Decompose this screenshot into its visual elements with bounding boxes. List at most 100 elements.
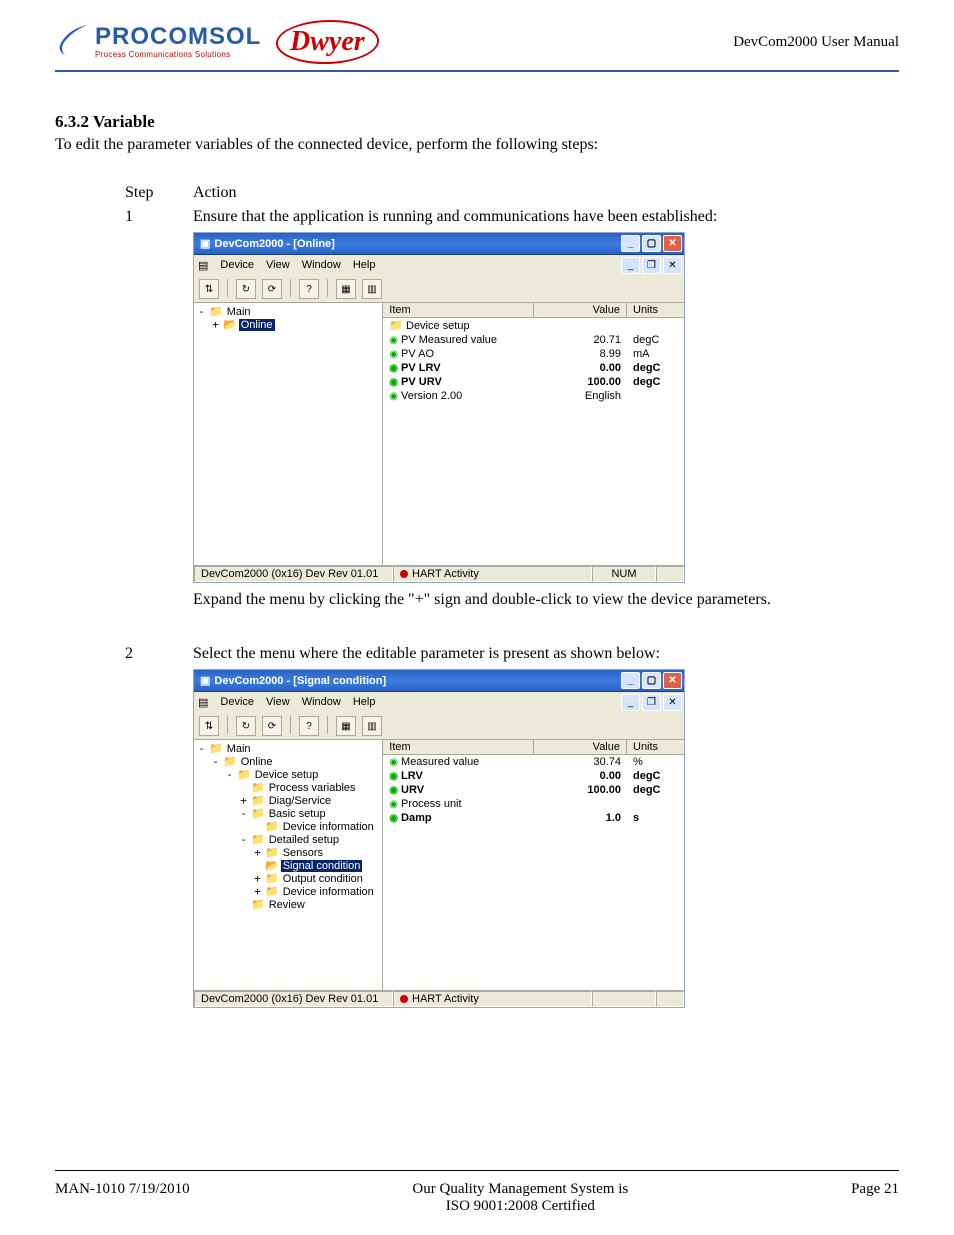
tree-item[interactable]: 📁Review	[196, 898, 380, 911]
folder-icon: 📂	[265, 859, 279, 872]
var-icon: ◉	[389, 377, 398, 388]
status-left: DevCom2000 (0x16) Dev Rev 01.01	[194, 566, 393, 582]
list-item[interactable]: PV AO	[401, 348, 434, 360]
mdi-restore-button[interactable]: ❐	[642, 257, 661, 274]
step-number: 2	[125, 645, 165, 1016]
list-view[interactable]: Item Value Units ◉Measured value30.74% ◉…	[383, 740, 684, 990]
col-value[interactable]: Value	[534, 740, 627, 754]
list-item[interactable]: Damp	[401, 812, 432, 824]
list-item[interactable]: LRV	[401, 770, 423, 782]
tree-item[interactable]: 📂Signal condition	[196, 859, 380, 872]
toolbar-button[interactable]: ⇅	[199, 716, 219, 736]
hart-activity-icon	[400, 570, 408, 578]
titlebar[interactable]: ▣ DevCom2000 - [Online] _ ▢ ✕	[194, 233, 684, 255]
footer-center-1: Our Quality Management System is	[190, 1181, 851, 1198]
tree-item[interactable]: 📁Device information	[196, 820, 380, 833]
menu-view[interactable]: View	[266, 696, 290, 709]
var-icon: ◉	[389, 363, 398, 374]
col-value[interactable]: Value	[534, 303, 627, 317]
toolbar-button[interactable]: ▥	[362, 279, 382, 299]
menu-device[interactable]: Device	[220, 696, 254, 709]
window-title: DevCom2000 - [Signal condition]	[214, 675, 386, 687]
toolbar-button[interactable]: ▥	[362, 716, 382, 736]
mdi-minimize-button[interactable]: _	[621, 694, 640, 711]
menu-window[interactable]: Window	[302, 696, 341, 709]
tree-item[interactable]: -📁Device setup	[196, 768, 380, 781]
menu-help[interactable]: Help	[353, 259, 376, 272]
minimize-button[interactable]: _	[621, 235, 640, 252]
folder-icon: 📁	[251, 807, 265, 820]
tree-item[interactable]: +📁Output condition	[196, 872, 380, 885]
list-item[interactable]: URV	[401, 784, 424, 796]
list-item[interactable]: Process unit	[401, 798, 462, 810]
mdi-minimize-button[interactable]: _	[621, 257, 640, 274]
tree-item[interactable]: -📁Online	[196, 755, 380, 768]
toolbar-button[interactable]: ⇅	[199, 279, 219, 299]
toolbar-button[interactable]: ↻	[236, 716, 256, 736]
footer-page: Page 21	[851, 1181, 899, 1215]
col-item[interactable]: Item	[383, 303, 534, 317]
window-title: DevCom2000 - [Online]	[214, 238, 334, 250]
folder-icon: 📁	[223, 755, 237, 768]
menu-help[interactable]: Help	[353, 696, 376, 709]
toolbar-button[interactable]: ?	[299, 716, 319, 736]
tree-item[interactable]: -📁Basic setup	[196, 807, 380, 820]
list-item[interactable]: PV LRV	[401, 362, 441, 374]
titlebar[interactable]: ▣ DevCom2000 - [Signal condition] _ ▢ ✕	[194, 670, 684, 692]
var-icon: ◉	[389, 391, 398, 402]
list-item[interactable]: Device setup	[406, 320, 470, 332]
col-item[interactable]: Item	[383, 740, 534, 754]
col-action: Action	[193, 184, 237, 202]
tree-item[interactable]: 📁Process variables	[196, 781, 380, 794]
toolbar-button[interactable]: ⟳	[262, 716, 282, 736]
tree-item[interactable]: +📁Device information	[196, 885, 380, 898]
resize-grip[interactable]	[656, 991, 684, 1007]
toolbar-button[interactable]: ↻	[236, 279, 256, 299]
dwyer-logo: Dwyer	[273, 20, 382, 64]
close-button[interactable]: ✕	[663, 672, 682, 689]
toolbar-button[interactable]: ▦	[336, 716, 356, 736]
mdi-restore-button[interactable]: ❐	[642, 694, 661, 711]
close-button[interactable]: ✕	[663, 235, 682, 252]
list-item[interactable]: PV URV	[401, 376, 442, 388]
tree-item[interactable]: +📁Diag/Service	[196, 794, 380, 807]
list-item[interactable]: Measured value	[401, 756, 479, 768]
col-units[interactable]: Units	[627, 303, 684, 317]
footer-left: MAN-1010 7/19/2010	[55, 1181, 190, 1215]
tree-item[interactable]: +📁Sensors	[196, 846, 380, 859]
toolbar-button[interactable]: ▦	[336, 279, 356, 299]
list-view[interactable]: Item Value Units 📁Device setup ◉PV Measu…	[383, 303, 684, 565]
manual-title: DevCom2000 User Manual	[733, 34, 899, 51]
folder-icon: 📁	[251, 794, 265, 807]
step-text: Select the menu where the editable param…	[193, 645, 879, 663]
maximize-button[interactable]: ▢	[642, 672, 661, 689]
tree-online[interactable]: Online	[239, 319, 275, 331]
col-units[interactable]: Units	[627, 740, 684, 754]
hart-activity-icon	[400, 995, 408, 1003]
menu-device[interactable]: Device	[220, 259, 254, 272]
list-item[interactable]: PV Measured value	[401, 334, 497, 346]
menu-window[interactable]: Window	[302, 259, 341, 272]
maximize-button[interactable]: ▢	[642, 235, 661, 252]
tree-item[interactable]: -📁Main	[196, 742, 380, 755]
status-mid: HART Activity	[412, 993, 479, 1005]
screenshot-online: ▣ DevCom2000 - [Online] _ ▢ ✕ ▤ Device V…	[193, 232, 685, 583]
var-icon: ◉	[389, 799, 398, 810]
col-step: Step	[125, 184, 165, 202]
tree-root[interactable]: Main	[225, 306, 253, 318]
tree-view[interactable]: -📁Main +📂Online	[194, 303, 383, 565]
menu-view[interactable]: View	[266, 259, 290, 272]
minimize-button[interactable]: _	[621, 672, 640, 689]
tree-item[interactable]: -📁Detailed setup	[196, 833, 380, 846]
toolbar-button[interactable]: ?	[299, 279, 319, 299]
mdi-close-button[interactable]: ✕	[663, 257, 682, 274]
folder-icon: 📁	[265, 820, 279, 833]
resize-grip[interactable]	[656, 566, 684, 582]
var-icon: ◉	[389, 785, 398, 796]
folder-icon: 📁	[251, 898, 265, 911]
var-icon: ◉	[389, 813, 398, 824]
mdi-close-button[interactable]: ✕	[663, 694, 682, 711]
tree-view[interactable]: -📁Main-📁Online-📁Device setup📁Process var…	[194, 740, 383, 990]
toolbar-button[interactable]: ⟳	[262, 279, 282, 299]
list-item[interactable]: Version 2.00	[401, 390, 462, 402]
